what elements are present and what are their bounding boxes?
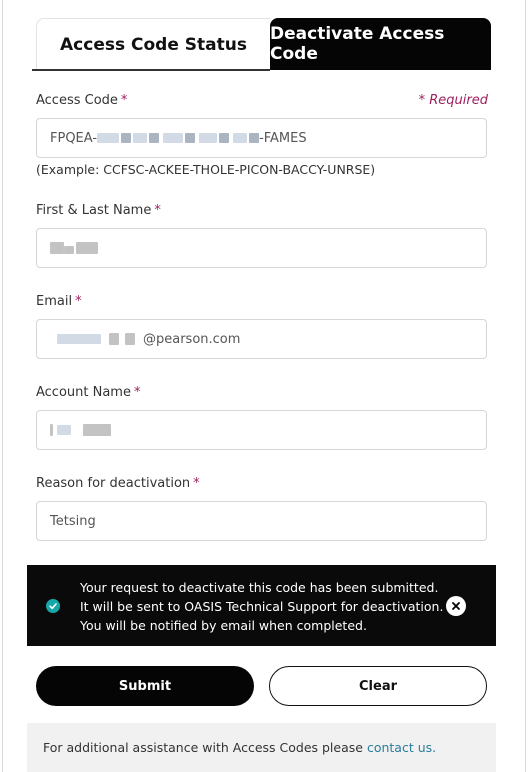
redacted-text <box>133 133 148 143</box>
redacted-text <box>50 242 64 254</box>
success-toast: Your request to deactivate this code has… <box>27 565 496 646</box>
tab-bar: Access Code Status Deactivate Access Cod… <box>32 18 491 70</box>
help-footer: For additional assistance with Access Co… <box>27 723 496 772</box>
redacted-text <box>83 424 111 436</box>
email-domain: @pearson.com <box>143 331 241 347</box>
access-code-label: Access Code * <box>36 93 127 108</box>
reason-label: Reason for deactivation * <box>36 476 200 491</box>
redacted-text <box>50 424 53 436</box>
reason-input[interactable]: Tetsing <box>36 501 487 541</box>
access-code-suffix: -FAMES <box>259 130 307 146</box>
email-label-text: Email <box>36 294 73 309</box>
tab-access-code-status[interactable]: Access Code Status <box>36 18 270 70</box>
reason-label-text: Reason for deactivation <box>36 476 191 491</box>
redacted-text <box>121 133 132 143</box>
check-circle-icon <box>46 599 60 613</box>
account-name-label: Account Name * <box>36 385 140 400</box>
tab-underline <box>32 69 270 71</box>
redacted-text <box>109 333 119 345</box>
required-star: * <box>75 294 82 309</box>
account-name-input[interactable] <box>36 410 487 450</box>
redacted-text <box>97 133 120 143</box>
email-input[interactable]: @pearson.com <box>36 319 487 359</box>
redacted-text <box>149 133 160 143</box>
access-code-input[interactable]: FPQEA- -FAMES <box>36 118 487 158</box>
footer-text: For additional assistance with Access Co… <box>43 740 363 755</box>
redacted-text <box>185 133 196 143</box>
redacted-text <box>233 133 248 143</box>
toast-message: Your request to deactivate this code has… <box>80 578 443 635</box>
toast-line: It will be sent to OASIS Technical Suppo… <box>80 599 444 614</box>
redacted-text <box>163 133 184 143</box>
toast-line: You will be notified by email when compl… <box>80 618 367 633</box>
name-input[interactable] <box>36 228 487 268</box>
access-code-prefix: FPQEA- <box>50 130 98 146</box>
name-label-text: First & Last Name <box>36 203 152 218</box>
redacted-text <box>57 334 101 344</box>
access-code-label-text: Access Code <box>36 93 118 108</box>
required-star: * <box>154 203 161 218</box>
access-code-example: (Example: CCFSC-ACKEE-THOLE-PICON-BACCY-… <box>36 162 376 177</box>
close-circle-icon[interactable] <box>446 596 466 616</box>
redacted-text <box>125 333 135 345</box>
redacted-text <box>76 242 98 254</box>
email-label: Email * <box>36 294 82 309</box>
submit-button[interactable]: Submit <box>36 666 254 706</box>
required-star: * <box>193 476 200 491</box>
redacted-text <box>199 133 218 143</box>
toast-line: Your request to deactivate this code has… <box>80 580 439 595</box>
account-name-label-text: Account Name <box>36 385 131 400</box>
name-label: First & Last Name * <box>36 203 161 218</box>
redacted-text <box>64 246 74 254</box>
clear-button[interactable]: Clear <box>269 666 487 706</box>
required-star: * <box>120 93 128 108</box>
required-note: * Required <box>418 93 488 108</box>
redacted-text <box>57 425 71 435</box>
contact-us-link[interactable]: contact us. <box>367 740 436 755</box>
redacted-text <box>219 133 230 143</box>
reason-value: Tetsing <box>50 513 96 529</box>
tab-deactivate-access-code[interactable]: Deactivate Access Code <box>270 18 491 70</box>
required-star: * <box>133 385 141 400</box>
redacted-text <box>249 133 260 143</box>
